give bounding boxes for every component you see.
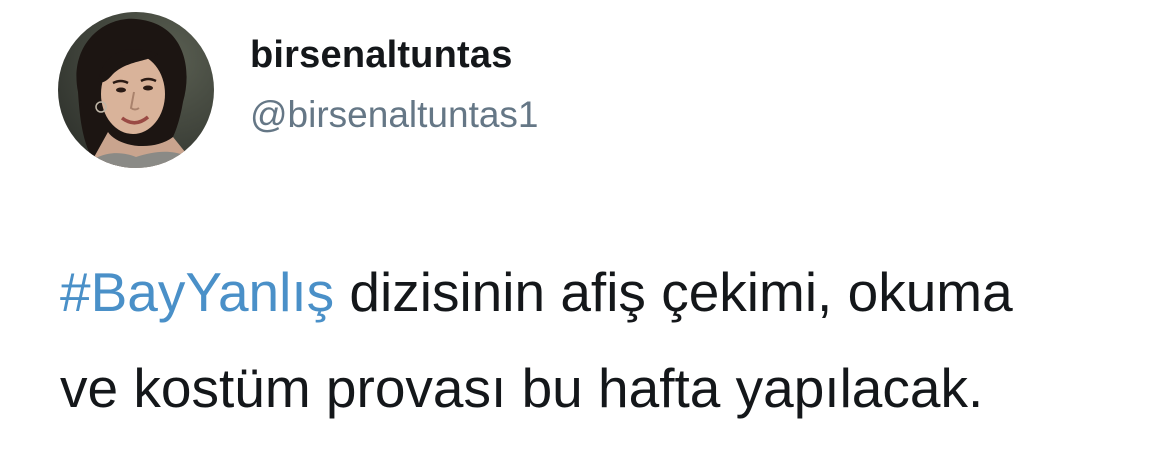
- tweet-text-line-1: #BayYanlış dizisinin afiş çekimi, okuma: [60, 244, 1140, 340]
- user-handle[interactable]: @birsenaltuntas1: [250, 94, 539, 136]
- tweet-text: #BayYanlış dizisinin afiş çekimi, okuma …: [60, 244, 1140, 436]
- avatar-photo: [58, 12, 214, 168]
- hashtag-link[interactable]: #BayYanlış: [60, 261, 334, 323]
- display-name[interactable]: birsenaltuntas: [250, 34, 513, 77]
- avatar[interactable]: [58, 12, 214, 168]
- tweet-card: birsenaltuntas @birsenaltuntas1 #BayYanl…: [0, 0, 1151, 466]
- tweet-text-line-1-rest: dizisinin afiş çekimi, okuma: [334, 261, 1013, 323]
- tweet-text-line-2: ve kostüm provası bu hafta yapılacak.: [60, 357, 984, 419]
